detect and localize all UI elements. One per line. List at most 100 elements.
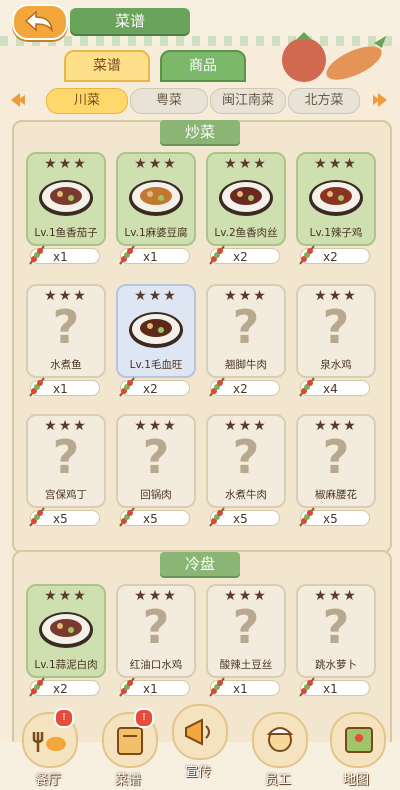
dish-name: 泉水鸡: [320, 359, 352, 371]
dish-plate-icon: [39, 612, 93, 648]
skewer-icon: [119, 677, 135, 697]
nav-label: 餐厅: [34, 773, 61, 788]
tab-region-minjiangnan[interactable]: 闽江南菜: [210, 88, 286, 114]
vegetable-decoration-icon: [282, 32, 386, 82]
star-rating-icon: ★★★: [134, 288, 178, 304]
skewer-icon: [209, 677, 225, 697]
dish-name: 回锅肉: [140, 489, 172, 501]
skewer-icon: [209, 245, 225, 265]
nav-icon-circle: [330, 712, 386, 768]
dish-name: Lv.1麻婆豆腐: [124, 227, 188, 239]
skewer-icon: [299, 677, 315, 697]
notification-badge: !: [54, 708, 74, 728]
section-title-stir-fry: 炒菜: [160, 120, 240, 144]
dish-name: 椒麻腰花: [315, 489, 357, 501]
dish-plate-icon: [39, 180, 93, 216]
dish-name: 红油口水鸡: [129, 659, 183, 671]
locked-question-icon: ?: [322, 430, 350, 484]
locked-question-icon: ?: [142, 600, 170, 654]
tab-recipe[interactable]: 菜谱: [64, 50, 150, 82]
back-arrow-icon: [24, 10, 53, 32]
dish-plate-icon: [309, 180, 363, 216]
locked-question-icon: ?: [52, 430, 80, 484]
scroll-left-arrow-icon[interactable]: [6, 90, 26, 110]
tab-region-cantonese[interactable]: 粤菜: [130, 88, 208, 114]
nav-label: 宣传: [184, 765, 211, 780]
locked-question-icon: ?: [232, 600, 260, 654]
skewer-icon: [119, 377, 135, 397]
dish-name: Lv.1辣子鸡: [309, 227, 363, 239]
page-title: 菜谱: [70, 8, 190, 34]
locked-question-icon: ?: [322, 600, 350, 654]
star-rating-icon: ★★★: [314, 156, 358, 172]
dish-card[interactable]: ★★★ Lv.1毛血旺: [116, 284, 196, 378]
nav-label: 员工: [264, 773, 291, 788]
tab-region-northern[interactable]: 北方菜: [288, 88, 360, 114]
dish-card[interactable]: ★★★ Lv.1辣子鸡: [296, 152, 376, 246]
dish-card[interactable]: ★★★ Lv.2鱼香肉丝: [206, 152, 286, 246]
skewer-icon: [29, 245, 45, 265]
dish-card[interactable]: ★★★? 跳水萝卜: [296, 584, 376, 678]
locked-question-icon: ?: [142, 430, 170, 484]
back-button[interactable]: [12, 4, 68, 40]
nav-recipe[interactable]: ! 菜谱: [96, 708, 160, 788]
map-icon: [345, 727, 373, 753]
nav-restaurant[interactable]: ! 餐厅: [16, 708, 80, 788]
dish-name: 跳水萝卜: [315, 659, 357, 671]
dish-name: Lv.1毛血旺: [129, 359, 183, 371]
dish-name: 翘脚牛肉: [225, 359, 267, 371]
locked-question-icon: ?: [232, 430, 260, 484]
nav-staff[interactable]: 员工: [246, 712, 310, 788]
nav-label: 地图: [342, 773, 369, 788]
skewer-icon: [29, 377, 45, 397]
dish-name: 水煮牛肉: [225, 489, 267, 501]
megaphone-icon: [185, 718, 210, 746]
dish-plate-icon: [129, 180, 183, 216]
skewer-icon: [299, 245, 315, 265]
dish-card[interactable]: ★★★? 红油口水鸡: [116, 584, 196, 678]
skewer-icon: [119, 245, 135, 265]
dish-card[interactable]: ★★★ Lv.1麻婆豆腐: [116, 152, 196, 246]
nav-icon-circle: [252, 712, 308, 768]
skewer-icon: [209, 507, 225, 527]
nav-label: 菜谱: [114, 773, 141, 788]
nav-icon-circle: [172, 704, 228, 760]
dish-card[interactable]: ★★★ Lv.1蒜泥白肉: [26, 584, 106, 678]
locked-question-icon: ?: [52, 300, 80, 354]
nav-megaphone[interactable]: 宣传: [166, 704, 230, 780]
tab-goods[interactable]: 商品: [160, 50, 246, 82]
star-rating-icon: ★★★: [44, 588, 88, 604]
tab-region-sichuan[interactable]: 川菜: [46, 88, 128, 114]
dish-name: Lv.1鱼香茄子: [34, 227, 98, 239]
dish-card[interactable]: ★★★ Lv.1鱼香茄子: [26, 152, 106, 246]
star-rating-icon: ★★★: [134, 156, 178, 172]
nav-map[interactable]: 地图: [324, 712, 388, 788]
skewer-icon: [299, 507, 315, 527]
staff-icon: [266, 727, 294, 752]
section-title-cold-dish: 冷盘: [160, 552, 240, 576]
skewer-icon: [119, 507, 135, 527]
dish-name: Lv.1蒜泥白肉: [34, 659, 98, 671]
skewer-icon: [29, 507, 45, 527]
star-rating-icon: ★★★: [224, 156, 268, 172]
dish-card[interactable]: ★★★? 酸辣土豆丝: [206, 584, 286, 678]
skewer-icon: [299, 377, 315, 397]
dish-card[interactable]: ★★★? 宫保鸡丁: [26, 414, 106, 508]
dish-card[interactable]: ★★★? 水煮牛肉: [206, 414, 286, 508]
dish-name: 宫保鸡丁: [45, 489, 87, 501]
dish-card[interactable]: ★★★? 泉水鸡: [296, 284, 376, 378]
skewer-icon: [209, 377, 225, 397]
notification-badge: !: [134, 708, 154, 728]
dish-name: Lv.2鱼香肉丝: [214, 227, 278, 239]
locked-question-icon: ?: [322, 300, 350, 354]
dish-name: 酸辣土豆丝: [219, 659, 273, 671]
dish-card[interactable]: ★★★? 回锅肉: [116, 414, 196, 508]
scroll-right-arrow-icon[interactable]: [372, 90, 392, 110]
dish-card[interactable]: ★★★? 椒麻腰花: [296, 414, 376, 508]
skewer-icon: [29, 677, 45, 697]
dish-plate-icon: [219, 180, 273, 216]
dish-name: 水煮鱼: [50, 359, 82, 371]
dish-card[interactable]: ★★★? 翘脚牛肉: [206, 284, 286, 378]
dish-card[interactable]: ★★★? 水煮鱼: [26, 284, 106, 378]
dish-plate-icon: [129, 312, 183, 348]
